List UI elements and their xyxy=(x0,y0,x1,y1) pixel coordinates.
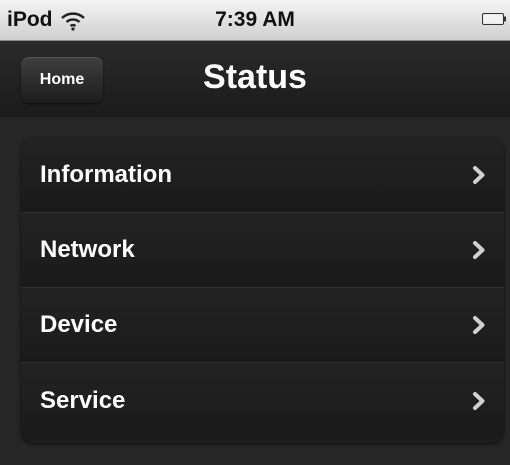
status-time: 7:39 AM xyxy=(215,8,295,31)
menu-item-label: Network xyxy=(40,236,135,263)
chevron-right-icon xyxy=(473,316,485,334)
chevron-right-icon xyxy=(473,241,485,259)
chevron-right-icon xyxy=(473,391,485,410)
menu-item-label: Service xyxy=(40,386,126,414)
content-area: Information Network Device Service xyxy=(0,117,510,465)
status-bar: iPod 7:39 AM xyxy=(0,0,510,41)
page-title: Status xyxy=(203,58,307,96)
menu-item-information[interactable]: Information xyxy=(21,138,504,213)
navigation-bar: Home Status xyxy=(0,41,510,117)
chevron-right-icon xyxy=(473,166,485,184)
menu-item-network[interactable]: Network xyxy=(21,213,504,288)
status-menu: Information Network Device Service xyxy=(21,138,504,443)
menu-item-label: Device xyxy=(40,311,118,338)
menu-item-label: Information xyxy=(40,161,172,188)
menu-item-service[interactable]: Service xyxy=(21,363,504,438)
battery-icon xyxy=(482,13,506,25)
menu-item-device[interactable]: Device xyxy=(21,288,504,363)
